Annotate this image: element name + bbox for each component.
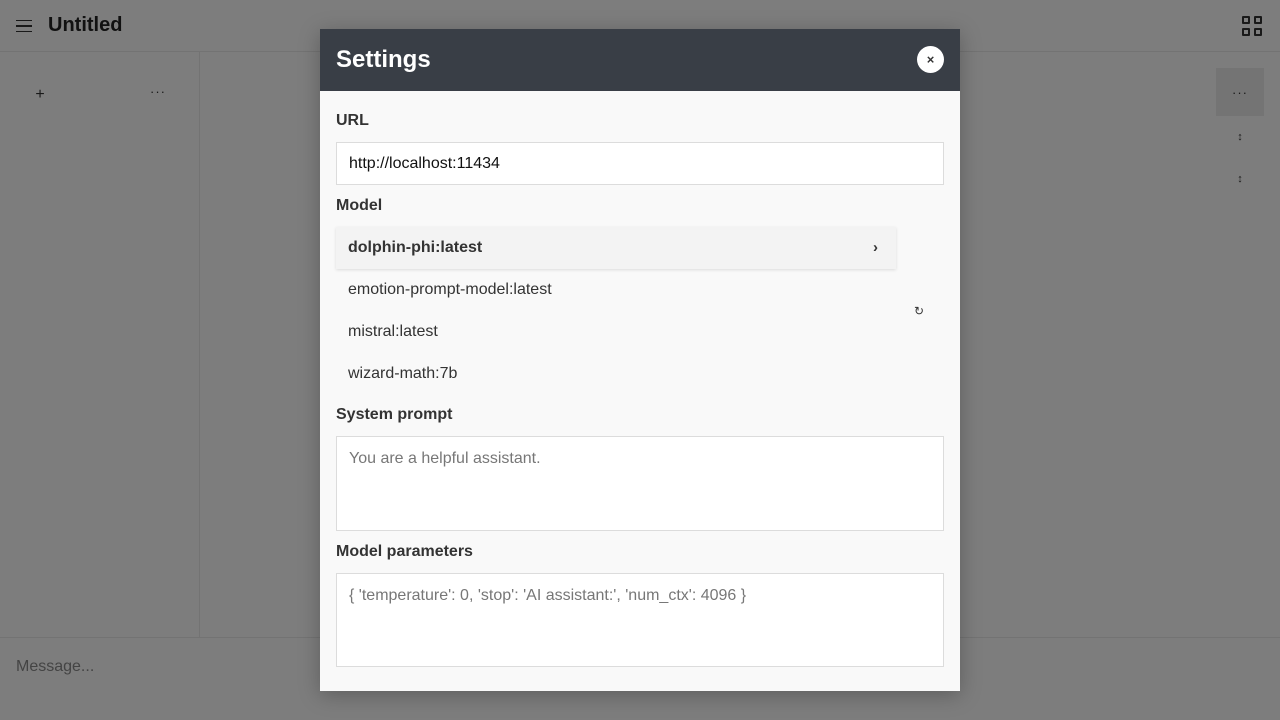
model-option-label: mistral:latest [348,323,438,340]
chevron-right-icon: › [873,239,878,256]
model-option[interactable]: wizard-math:7b [336,353,896,395]
system-prompt-input[interactable]: You are a helpful assistant. [336,436,944,531]
model-list: dolphin-phi:latest › emotion-prompt-mode… [336,227,896,395]
model-option[interactable]: mistral:latest [336,311,896,353]
refresh-icon[interactable]: ↻ [914,304,924,318]
model-option[interactable]: emotion-prompt-model:latest [336,269,896,311]
model-option-label: dolphin-phi:latest [348,239,483,256]
model-parameters-label: Model parameters [336,543,473,560]
close-button[interactable]: × [917,46,944,73]
model-option-selected[interactable]: dolphin-phi:latest › [336,227,896,269]
modal-header: Settings × [320,29,960,91]
system-prompt-label: System prompt [336,406,453,423]
model-option-label: wizard-math:7b [348,365,458,382]
url-label: URL [336,112,369,129]
model-parameters-input[interactable]: { 'temperature': 0, 'stop': 'AI assistan… [336,573,944,667]
model-label: Model [336,197,383,214]
modal-title: Settings [336,46,431,73]
url-input[interactable]: http://localhost:11434 [336,142,944,185]
settings-modal: Settings × URL http://localhost:11434 Mo… [320,29,960,691]
model-option-label: emotion-prompt-model:latest [348,281,552,298]
